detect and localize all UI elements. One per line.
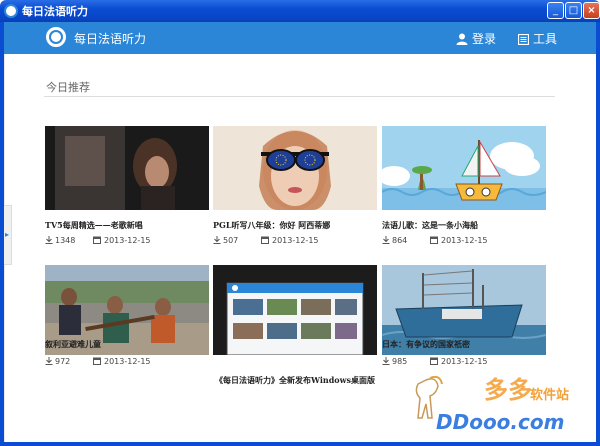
download-count: 985 bbox=[392, 357, 408, 366]
section-title: 今日推荐 bbox=[46, 81, 90, 94]
user-icon bbox=[456, 33, 468, 45]
download-icon bbox=[213, 236, 221, 244]
card-thumbnail[interactable] bbox=[382, 126, 546, 210]
section-divider bbox=[44, 96, 555, 97]
download-count: 507 bbox=[223, 236, 239, 245]
calendar-icon bbox=[93, 357, 101, 365]
window-frame-bottom bbox=[0, 442, 600, 446]
card-meta: 507 2013-12-15 bbox=[213, 236, 319, 245]
side-expand-tab[interactable]: ▸ bbox=[4, 205, 12, 265]
download-icon bbox=[382, 236, 390, 244]
card-thumbnail[interactable] bbox=[213, 265, 377, 355]
card-date: 2013-12-15 bbox=[104, 357, 151, 366]
list-icon bbox=[517, 33, 530, 46]
calendar-icon bbox=[93, 236, 101, 244]
download-count: 972 bbox=[55, 357, 71, 366]
download-count: 864 bbox=[392, 236, 408, 245]
card-title[interactable]: 叙利亚避难儿童 bbox=[45, 339, 101, 350]
card-thumbnail[interactable] bbox=[45, 126, 209, 210]
card-date: 2013-12-15 bbox=[441, 357, 488, 366]
card-meta: 864 2013-12-15 bbox=[382, 236, 488, 245]
card-title[interactable]: 法语儿歌：这是一条小海船 bbox=[382, 220, 478, 231]
card-meta: 972 2013-12-15 bbox=[45, 357, 151, 366]
close-button[interactable]: × bbox=[583, 2, 600, 19]
app-icon bbox=[4, 4, 18, 18]
card-title[interactable]: 《每日法语听力》全新发布Windows桌面版 bbox=[215, 375, 375, 386]
download-icon bbox=[45, 236, 53, 244]
download-count: 1348 bbox=[55, 236, 76, 245]
card-title[interactable]: TV5每周精选——老歌新唱 bbox=[45, 220, 143, 231]
card-meta: 985 2013-12-15 bbox=[382, 357, 488, 366]
window-title: 每日法语听力 bbox=[22, 5, 88, 18]
app-header: 每日法语听力 登录 工具 bbox=[4, 22, 596, 54]
card-thumbnail[interactable] bbox=[213, 126, 377, 210]
login-label: 登录 bbox=[472, 32, 497, 46]
minimize-button[interactable]: _ bbox=[547, 2, 564, 19]
window-titlebar: 每日法语听力 _ □ × bbox=[0, 0, 600, 22]
card-date: 2013-12-15 bbox=[272, 236, 319, 245]
app-title: 每日法语听力 bbox=[74, 32, 147, 46]
calendar-icon bbox=[261, 236, 269, 244]
calendar-icon bbox=[430, 357, 438, 365]
app-logo-icon bbox=[46, 27, 66, 47]
card-date: 2013-12-15 bbox=[441, 236, 488, 245]
card-date: 2013-12-15 bbox=[104, 236, 151, 245]
card-title[interactable]: 日本：有争议的国家祇密 bbox=[382, 339, 470, 350]
tools-button[interactable]: 工具 bbox=[517, 30, 558, 47]
card-meta: 1348 2013-12-15 bbox=[45, 236, 151, 245]
download-icon bbox=[45, 357, 53, 365]
card-title[interactable]: PGL听写八年级：你好 阿西蒂娜 bbox=[213, 220, 330, 231]
download-icon bbox=[382, 357, 390, 365]
window-frame-right bbox=[596, 22, 600, 446]
login-button[interactable]: 登录 bbox=[456, 30, 496, 47]
calendar-icon bbox=[430, 236, 438, 244]
expand-arrow-icon: ▸ bbox=[5, 230, 10, 239]
maximize-button[interactable]: □ bbox=[565, 2, 582, 19]
tools-label: 工具 bbox=[533, 32, 558, 46]
